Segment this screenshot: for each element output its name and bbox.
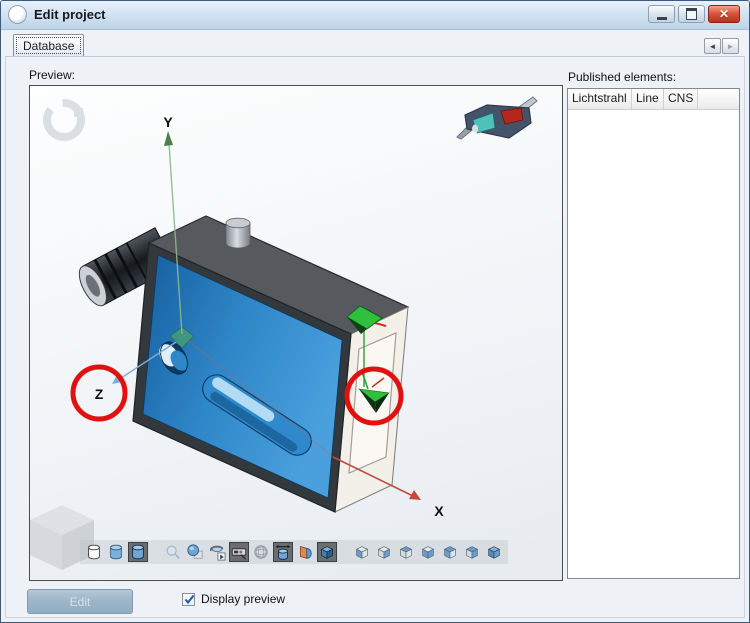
list-header: Lichtstrahl Line CNS bbox=[568, 89, 739, 110]
sensor-body[interactable] bbox=[132, 215, 410, 513]
axis-x-label: X bbox=[434, 503, 444, 519]
published-elements-list[interactable]: Lichtstrahl Line CNS bbox=[567, 88, 740, 579]
section-view-button[interactable] bbox=[295, 542, 315, 562]
preview-label: Preview: bbox=[29, 68, 76, 82]
axis-y-label: Y bbox=[163, 114, 173, 130]
preview-viewport[interactable]: Y Z X bbox=[29, 85, 563, 581]
tab-strip: Database bbox=[1, 29, 749, 56]
close-icon: ✕ bbox=[718, 7, 730, 21]
axis-z-label: Z bbox=[95, 386, 104, 402]
zoom-tool-button[interactable] bbox=[163, 542, 183, 562]
spin-animation-button[interactable] bbox=[207, 542, 227, 562]
cad-scene[interactable]: Y Z X bbox=[30, 86, 562, 580]
tab-scroll-right-button[interactable]: ► bbox=[722, 38, 739, 54]
view-cube-6-button[interactable] bbox=[462, 542, 482, 562]
wireframe-cylinder-button[interactable] bbox=[84, 542, 104, 562]
mesh-display-button[interactable] bbox=[251, 542, 271, 562]
shaded-cylinder-button[interactable] bbox=[106, 542, 126, 562]
view-cube-2-button[interactable] bbox=[374, 542, 394, 562]
check-icon bbox=[184, 594, 195, 604]
edit-project-dialog: Edit project ✕ Database ◄ ► Preview: Pub… bbox=[0, 0, 750, 623]
view-cube-5-button[interactable] bbox=[440, 542, 460, 562]
tab-scroll-left-button[interactable]: ◄ bbox=[704, 38, 721, 54]
measure-device-button[interactable] bbox=[229, 542, 249, 562]
minimize-icon bbox=[656, 16, 667, 20]
edit-button[interactable]: Edit bbox=[27, 589, 133, 614]
close-button[interactable]: ✕ bbox=[708, 5, 740, 23]
viewport-toolbar bbox=[80, 540, 508, 564]
column-header-line[interactable]: Line bbox=[632, 89, 664, 109]
display-preview-label: Display preview bbox=[201, 592, 286, 606]
view-cube-7-button[interactable] bbox=[484, 542, 504, 562]
column-header-filler bbox=[698, 89, 739, 109]
window-title: Edit project bbox=[34, 7, 106, 22]
view-cube-4-button[interactable] bbox=[418, 542, 438, 562]
solid-cube-button[interactable] bbox=[317, 542, 337, 562]
tab-database[interactable]: Database bbox=[13, 34, 85, 56]
view-cube-1-button[interactable] bbox=[352, 542, 372, 562]
title-bar[interactable]: Edit project ✕ bbox=[1, 1, 749, 30]
column-header-cns[interactable]: CNS bbox=[664, 89, 698, 109]
minimize-button[interactable] bbox=[648, 5, 675, 23]
maximize-button[interactable] bbox=[678, 5, 705, 23]
published-elements-label: Published elements: bbox=[568, 70, 677, 84]
shaded-edges-cylinder-button[interactable] bbox=[128, 542, 148, 562]
pan-cylinder-button[interactable] bbox=[273, 542, 293, 562]
maximize-icon bbox=[686, 8, 697, 20]
view-cube-3-button[interactable] bbox=[396, 542, 416, 562]
tab-database-label: Database bbox=[23, 38, 75, 53]
app-icon bbox=[8, 5, 27, 24]
3d-glasses-icon bbox=[456, 96, 538, 140]
display-preview-checkbox[interactable] bbox=[182, 592, 195, 606]
rotate-sphere-button[interactable] bbox=[185, 542, 205, 562]
top-knob bbox=[225, 217, 251, 249]
column-header-lichtstrahl[interactable]: Lichtstrahl bbox=[568, 89, 632, 109]
